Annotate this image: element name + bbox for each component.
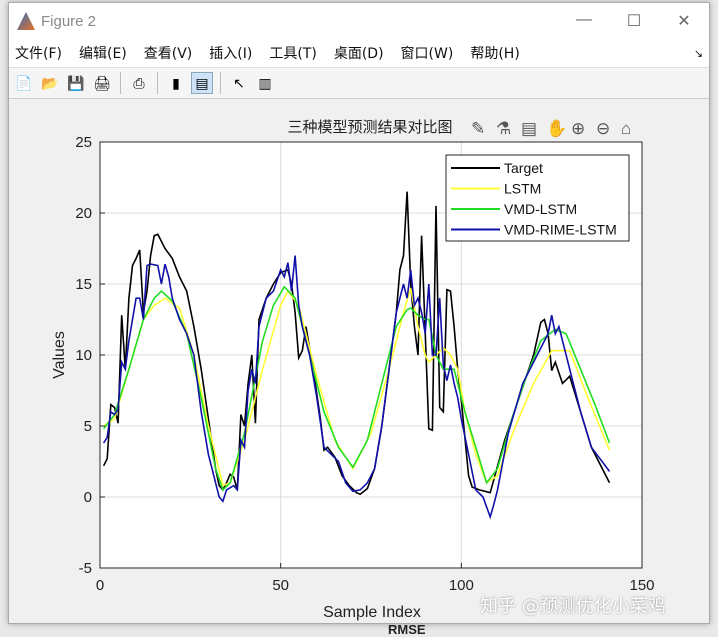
data-tips-icon[interactable]: ⚗ — [496, 119, 511, 138]
restore-view-icon[interactable]: ▤ — [521, 119, 537, 138]
x-tick-label: 100 — [449, 577, 474, 594]
y-axis-label: Values — [51, 331, 68, 379]
x-tick-label: 50 — [272, 577, 289, 594]
pan-icon[interactable]: ✋ — [546, 118, 567, 138]
y-tick-label: 25 — [75, 134, 92, 151]
x-axis-label: Sample Index — [323, 604, 421, 621]
chart-title: 三种模型预测结果对比图 — [287, 118, 452, 136]
legend[interactable]: Target LSTM VMD-LSTM VMD-RIME-LSTM — [445, 154, 630, 242]
y-tick-label: 0 — [84, 489, 92, 506]
home-icon[interactable]: ⌂ — [621, 119, 631, 138]
y-tick-label: -5 — [79, 560, 92, 577]
y-tick-label: 5 — [84, 418, 92, 435]
legend-label: VMD-LSTM — [504, 201, 577, 217]
zoom-in-icon[interactable]: ⊕ — [571, 119, 585, 138]
watermark: 知乎 @预测优化小菜鸡 — [480, 596, 666, 617]
background-text: RMSE — [388, 622, 426, 637]
legend-label: LSTM — [504, 181, 541, 197]
line-chart: 0 50 100 150-50510152025 三种模型预测结果对比图 ✎ ⚗ ▤ ✋ ⊕ ⊖… — [51, 118, 655, 621]
zoom-out-icon[interactable]: ⊖ — [596, 119, 610, 138]
x-tick-label: 0 — [96, 577, 104, 594]
legend-label: VMD-RIME-LSTM — [504, 222, 617, 238]
y-tick-label: 10 — [75, 347, 92, 364]
y-tick-label: 20 — [75, 205, 92, 222]
brush-icon[interactable]: ✎ — [471, 119, 485, 138]
y-tick-label: 15 — [75, 276, 92, 293]
legend-label: Target — [504, 160, 543, 176]
